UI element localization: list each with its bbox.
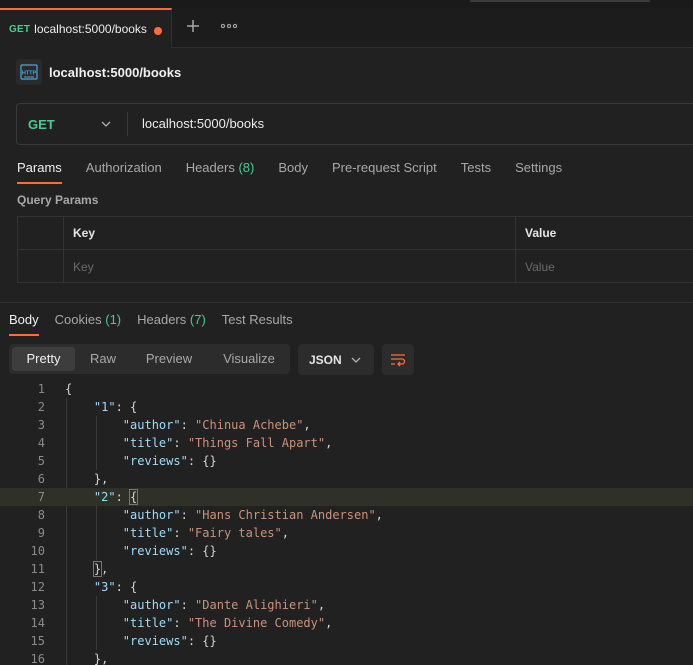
http-icon: HTTP (16, 59, 42, 85)
request-tabs: Params Authorization Headers (8) Body Pr… (17, 156, 586, 184)
wrap-lines-button[interactable] (382, 344, 414, 375)
method-select[interactable]: GET (17, 104, 127, 144)
code-line: 13 "author": "Dante Alighieri", (30, 598, 326, 612)
code-line: 1{ (37, 382, 73, 396)
wrap-lines-icon (391, 353, 406, 366)
url-input[interactable]: localhost:5000/books (142, 116, 264, 131)
tab-method: GET (9, 23, 31, 35)
tab-test-results[interactable]: Test Results (222, 309, 293, 336)
checkbox-column (18, 217, 64, 249)
tab-body[interactable]: Body (278, 156, 308, 184)
code-line: 14 "title": "The Divine Comedy", (30, 616, 333, 630)
view-raw[interactable]: Raw (79, 347, 127, 371)
code-line: 3 "author": "Chinua Achebe", (37, 418, 311, 432)
code-line: 8 "author": "Hans Christian Andersen", (37, 508, 383, 522)
chevron-down-icon (101, 121, 111, 127)
checkbox-cell (18, 250, 64, 283)
code-line: 9 "title": "Fairy tales", (37, 526, 289, 540)
request-header: HTTP localhost:5000/books (16, 59, 181, 85)
code-line: 11 }, (30, 561, 109, 577)
format-select[interactable]: JSON (298, 344, 374, 375)
table-row: Key Value (18, 250, 693, 283)
code-line-highlighted: 7 "2": { (0, 488, 693, 506)
key-input[interactable]: Key (64, 250, 516, 283)
tab-cookies[interactable]: Cookies (1) (55, 309, 121, 336)
table-header-row: Key Value (18, 217, 693, 250)
tab-tests[interactable]: Tests (461, 156, 491, 184)
headers-count: (8) (238, 160, 255, 175)
view-mode-segmented: Pretty Raw Preview Visualize (9, 344, 290, 374)
code-line: 2 "1": { (37, 400, 138, 414)
code-line: 16 }, (30, 652, 109, 665)
key-header: Key (64, 217, 516, 249)
response-body-code[interactable]: 1{ 2 "1": { 3 "author": "Chinua Achebe",… (0, 380, 693, 665)
divider (127, 112, 128, 136)
tab-response-headers[interactable]: Headers (7) (137, 309, 206, 336)
tab-title: localhost:5000/books (34, 22, 147, 36)
tab-pre-request-script[interactable]: Pre-request Script (332, 156, 437, 184)
tab-authorization[interactable]: Authorization (86, 156, 162, 184)
request-tab[interactable]: GET localhost:5000/books (0, 8, 172, 48)
code-line: 12 "3": { (30, 580, 138, 594)
plus-icon[interactable] (185, 18, 201, 34)
response-tabs: Body Cookies (1) Headers (7) Test Result… (9, 309, 309, 336)
view-pretty[interactable]: Pretty (12, 347, 75, 371)
code-line: 4 "title": "Things Fall Apart", (37, 436, 333, 450)
method-label: GET (28, 116, 55, 132)
code-line: 6 }, (37, 472, 109, 486)
svg-text:HTTP: HTTP (22, 71, 37, 77)
tab-bar: GET localhost:5000/books (0, 8, 693, 48)
tab-params[interactable]: Params (17, 156, 62, 184)
code-line: 5 "reviews": {} (37, 454, 217, 468)
top-strip (0, 0, 693, 8)
cookies-count: (1) (105, 312, 122, 327)
tab-headers[interactable]: Headers (8) (186, 156, 255, 184)
view-visualize[interactable]: Visualize (211, 347, 287, 371)
chevron-down-icon (351, 357, 361, 363)
value-header: Value (525, 226, 557, 240)
view-preview[interactable]: Preview (133, 347, 205, 371)
code-line: 10 "reviews": {} (30, 544, 217, 558)
value-input[interactable]: Value (516, 250, 693, 283)
code-line: 15 "reviews": {} (30, 634, 217, 648)
more-horizontal-icon[interactable] (220, 18, 238, 34)
response-divider[interactable] (0, 302, 693, 303)
tab-response-body[interactable]: Body (9, 309, 39, 336)
response-headers-count: (7) (189, 312, 206, 327)
request-name[interactable]: localhost:5000/books (49, 65, 181, 80)
format-label: JSON (309, 352, 342, 367)
scrollbar[interactable] (470, 0, 650, 2)
query-params-title: Query Params (17, 193, 99, 207)
tab-settings[interactable]: Settings (515, 156, 562, 184)
url-bar: GET localhost:5000/books (16, 103, 693, 145)
params-table: Key Value Key Value (17, 216, 693, 283)
unsaved-dot-icon (154, 27, 162, 35)
